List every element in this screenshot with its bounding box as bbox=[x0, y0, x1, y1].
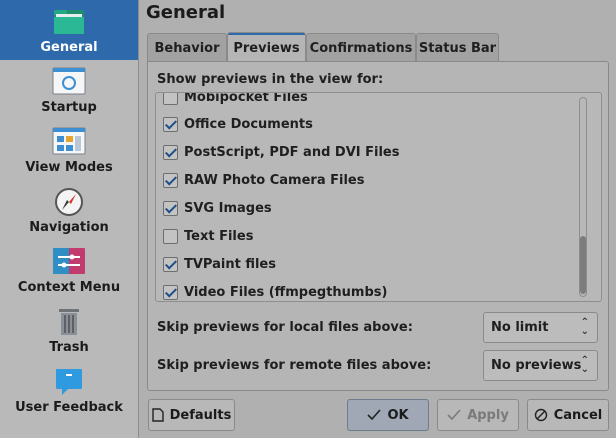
checkbox[interactable] bbox=[163, 144, 178, 160]
checkbox[interactable] bbox=[163, 200, 178, 216]
remote-files-value: No previews bbox=[491, 358, 582, 373]
context-menu-icon bbox=[52, 246, 86, 278]
list-item[interactable]: TVPaint files bbox=[163, 250, 276, 278]
list-item-label: PostScript, PDF and DVI Files bbox=[184, 144, 400, 160]
section-label: Show previews in the view for: bbox=[157, 72, 384, 87]
local-files-value: No limit bbox=[491, 320, 549, 335]
sidebar-item-view-modes[interactable]: View Modes bbox=[0, 120, 138, 180]
sidebar-item-label: User Feedback bbox=[15, 400, 123, 415]
ok-button[interactable]: OK bbox=[347, 399, 429, 431]
list-item[interactable]: Office Documents bbox=[163, 110, 313, 138]
list-item[interactable]: Mobipocket Files bbox=[163, 92, 308, 111]
apply-button[interactable]: Apply bbox=[437, 399, 519, 431]
list-item-label: RAW Photo Camera Files bbox=[184, 172, 365, 188]
list-item-label: Mobipocket Files bbox=[184, 92, 308, 105]
startup-window-icon bbox=[52, 66, 86, 98]
defaults-button[interactable]: Defaults bbox=[148, 399, 235, 431]
sidebar-item-label: General bbox=[40, 40, 98, 55]
tab-behavior[interactable]: Behavior bbox=[147, 33, 227, 62]
sidebar-item-label: Context Menu bbox=[17, 280, 121, 295]
list-item-label: Text Files bbox=[184, 228, 254, 244]
folder-icon bbox=[52, 6, 86, 38]
previews-panel: Show previews in the view for: Mobipocke… bbox=[147, 61, 609, 391]
checkbox[interactable] bbox=[163, 256, 178, 272]
remote-files-select[interactable]: No previews ⌃ ⌄ bbox=[483, 350, 598, 381]
ok-button-label: OK bbox=[387, 407, 409, 423]
list-item[interactable]: Text Files bbox=[163, 222, 253, 250]
tab-confirmations[interactable]: Confirmations bbox=[306, 33, 416, 62]
tab-previews[interactable]: Previews bbox=[227, 32, 306, 63]
view-modes-icon bbox=[52, 126, 86, 158]
sidebar-item-label: Trash bbox=[49, 340, 89, 355]
checkbox[interactable] bbox=[163, 284, 178, 300]
sidebar-item-general[interactable]: General bbox=[0, 0, 138, 60]
list-item-label: Video Files (ffmpegthumbs) bbox=[184, 284, 388, 300]
remote-files-label: Skip previews for remote files above: bbox=[157, 358, 432, 373]
checkbox[interactable] bbox=[163, 116, 178, 132]
list-item[interactable]: RAW Photo Camera Files bbox=[163, 166, 364, 194]
sidebar-item-label: Navigation bbox=[29, 220, 109, 235]
spin-arrows-icon: ⌃ ⌄ bbox=[580, 317, 589, 337]
apply-button-label: Apply bbox=[467, 407, 509, 423]
list-item-label: Office Documents bbox=[184, 116, 313, 132]
cancel-icon bbox=[534, 408, 548, 422]
check-icon bbox=[447, 409, 461, 421]
sidebar: General Startup View Modes Navigation Co… bbox=[0, 0, 139, 438]
tab-status-bar[interactable]: Status Bar bbox=[416, 33, 499, 62]
local-files-label: Skip previews for local files above: bbox=[157, 320, 413, 335]
sidebar-item-navigation[interactable]: Navigation bbox=[0, 180, 138, 240]
trash-icon bbox=[52, 306, 86, 338]
checkbox[interactable] bbox=[163, 172, 178, 188]
document-icon bbox=[151, 408, 164, 422]
sidebar-item-label: Startup bbox=[41, 100, 97, 115]
scrollbar[interactable] bbox=[579, 97, 587, 297]
list-item-label: SVG Images bbox=[184, 200, 272, 216]
spin-arrows-icon: ⌃ ⌄ bbox=[580, 355, 589, 375]
compass-icon bbox=[52, 186, 86, 218]
local-files-select[interactable]: No limit ⌃ ⌄ bbox=[483, 312, 598, 343]
defaults-button-label: Defaults bbox=[169, 407, 232, 423]
list-item[interactable]: PostScript, PDF and DVI Files bbox=[163, 138, 399, 166]
scrollbar-thumb[interactable] bbox=[580, 236, 586, 294]
sidebar-item-startup[interactable]: Startup bbox=[0, 60, 138, 120]
preview-plugins-list[interactable]: Mobipocket Files Office Documents PostSc… bbox=[155, 92, 602, 302]
page-title: General bbox=[146, 2, 226, 23]
feedback-icon bbox=[52, 366, 86, 398]
sidebar-item-context-menu[interactable]: Context Menu bbox=[0, 240, 138, 300]
cancel-button-label: Cancel bbox=[553, 407, 603, 423]
list-item[interactable]: SVG Images bbox=[163, 194, 272, 222]
sidebar-item-label: View Modes bbox=[25, 160, 113, 175]
list-item[interactable]: Video Files (ffmpegthumbs) bbox=[163, 278, 388, 301]
sidebar-item-trash[interactable]: Trash bbox=[0, 300, 138, 360]
check-icon bbox=[367, 409, 382, 421]
checkbox[interactable] bbox=[163, 93, 178, 105]
cancel-button[interactable]: Cancel bbox=[527, 399, 609, 431]
list-item-label: TVPaint files bbox=[184, 256, 276, 272]
checkbox[interactable] bbox=[163, 228, 178, 244]
sidebar-item-user-feedback[interactable]: User Feedback bbox=[0, 360, 138, 420]
